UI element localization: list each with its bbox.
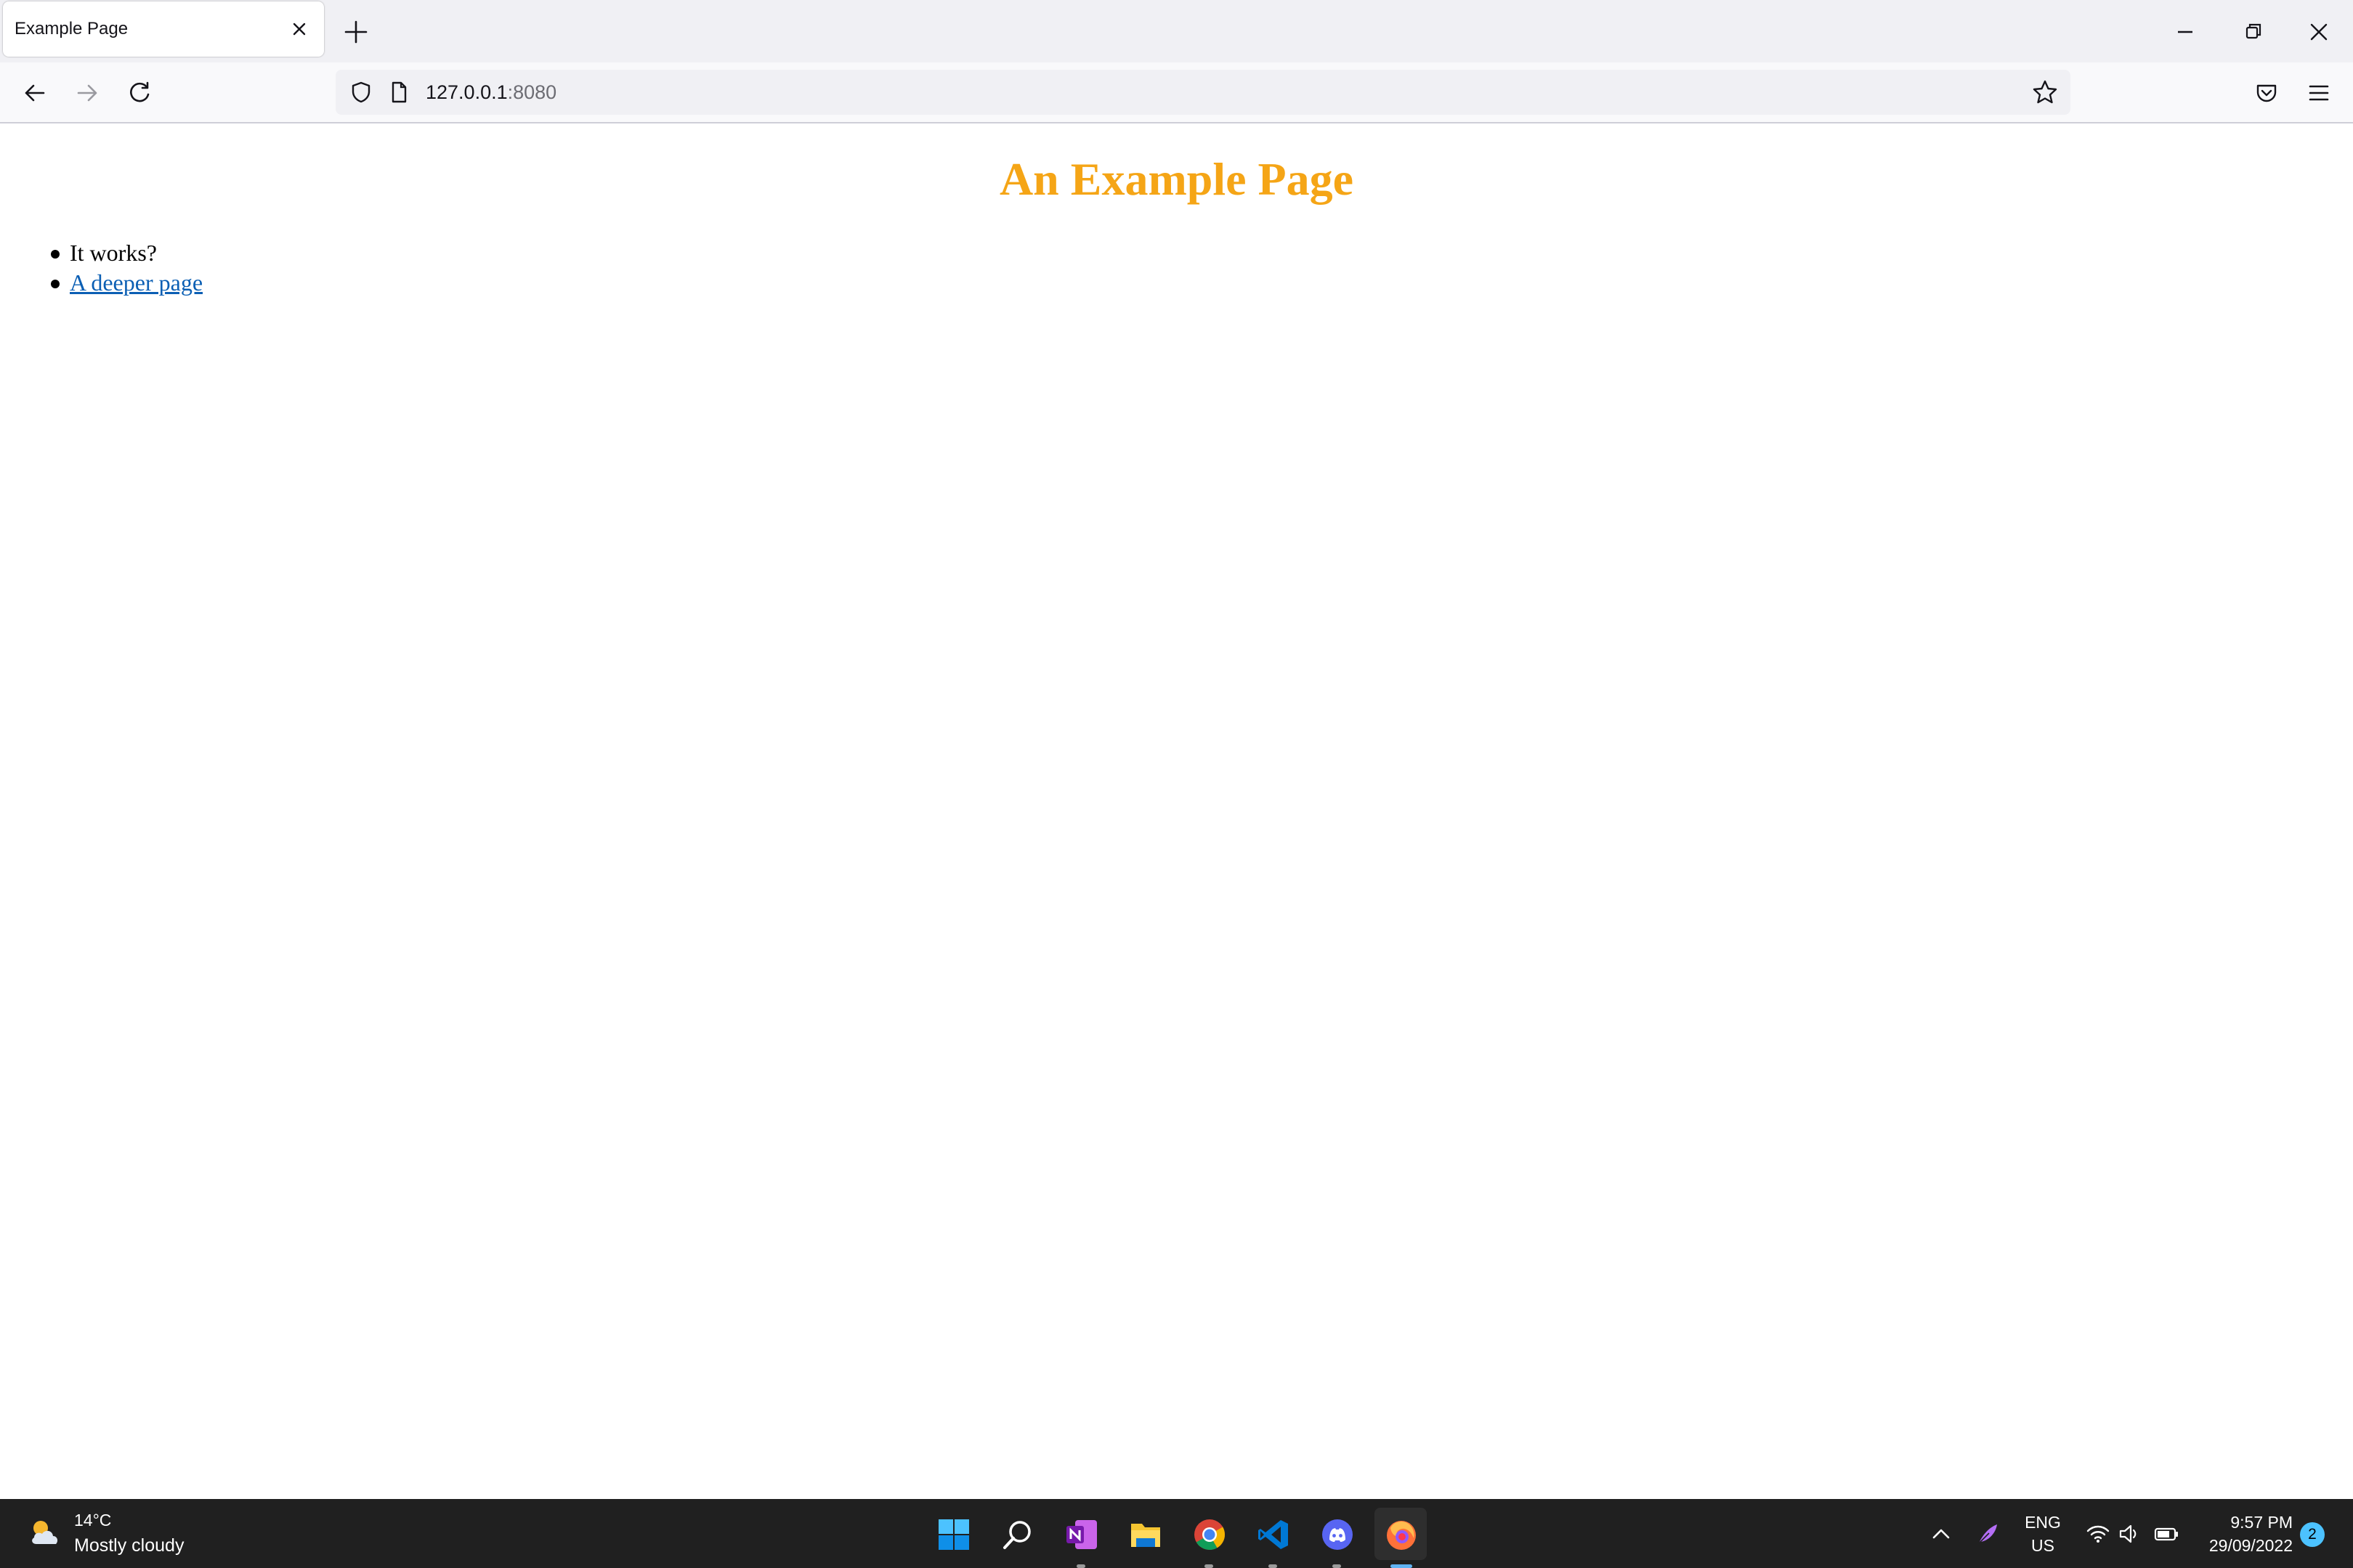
weather-description[interactable]: Mostly cloudy [74,1535,184,1556]
wifi-icon[interactable] [2085,1521,2111,1547]
list-item: It works? [51,238,203,268]
file-explorer-icon [1131,1524,1160,1547]
start-button[interactable] [927,1508,979,1560]
input-language-indicator[interactable]: ENG US [2014,1511,2072,1557]
region-code: US [2031,1536,2054,1555]
page-bullet-list: It works? A deeper page [51,238,203,298]
taskbar-discord[interactable] [1311,1508,1363,1568]
running-indicator [1332,1564,1341,1568]
browser-navbar: 127.0.0.1:8080 [0,62,2353,123]
list-item-text: It works? [70,240,157,266]
weather-temperature[interactable]: 14°C [74,1511,111,1530]
notification-count-badge[interactable]: 2 [2300,1522,2325,1547]
minimize-window-icon[interactable] [2169,16,2201,48]
taskbar-onenote[interactable] [1055,1508,1107,1568]
pen-feather-icon[interactable] [1975,1521,2001,1547]
volume-speaker-icon[interactable] [2117,1521,2143,1547]
tab-example-page[interactable]: Example Page [3,1,324,57]
browser-titlebar: Example Page [0,0,2353,62]
new-tab-plus-icon[interactable] [341,17,370,46]
partly-cloudy-icon[interactable] [26,1514,64,1551]
hamburger-menu-icon[interactable] [2303,77,2335,109]
page-info-icon[interactable] [386,80,411,105]
onenote-icon [1066,1520,1097,1549]
url-host: 127.0.0.1 [426,81,508,103]
page-content: An Example Page It works? A deeper page [0,123,2353,1499]
show-hidden-icons-chevron-up-icon[interactable] [1928,1521,1954,1547]
clock-date-display[interactable]: 9:57 PM 29/09/2022 [2184,1511,2293,1557]
close-tab-icon[interactable] [288,17,311,41]
search-icon [1003,1521,1031,1549]
vscode-icon [1258,1520,1288,1549]
running-indicator [1268,1564,1277,1568]
clock-time: 9:57 PM [2230,1513,2293,1532]
chrome-icon [1194,1519,1225,1551]
reload-icon[interactable] [123,77,155,109]
tab-title: Example Page [15,19,129,38]
pocket-icon[interactable] [2251,77,2283,109]
bookmark-star-icon[interactable] [2031,78,2059,106]
list-item: A deeper page [51,268,203,298]
close-window-icon[interactable] [2303,16,2335,48]
tracking-protection-shield-icon[interactable] [349,80,373,105]
taskbar-firefox[interactable] [1374,1508,1427,1568]
language-code: ENG [2025,1513,2061,1532]
start-icon [939,1519,969,1550]
page-heading: An Example Page [999,153,1354,205]
discord-icon [1322,1519,1353,1550]
back-arrow-icon[interactable] [19,77,51,109]
clock-date: 29/09/2022 [2208,1536,2293,1555]
battery-icon[interactable] [2153,1521,2179,1547]
running-indicator [1204,1564,1213,1568]
taskbar-search-button[interactable] [991,1508,1043,1560]
taskbar-chrome[interactable] [1183,1508,1235,1568]
restore-window-icon[interactable] [2237,16,2269,48]
url-text[interactable]: 127.0.0.1:8080 [426,70,556,115]
windows-taskbar: 14°C Mostly cloudy ENG US 9:57 PM 29/09/… [0,1499,2353,1568]
address-bar[interactable]: 127.0.0.1:8080 [336,70,2070,115]
forward-arrow-icon[interactable] [71,77,103,109]
taskbar-vscode[interactable] [1247,1508,1299,1568]
active-indicator [1390,1564,1412,1568]
firefox-icon [1387,1521,1416,1550]
running-indicator [1077,1564,1085,1568]
taskbar-file-explorer[interactable] [1119,1508,1171,1560]
deeper-page-link[interactable]: A deeper page [70,269,203,296]
url-port: :8080 [507,81,557,103]
